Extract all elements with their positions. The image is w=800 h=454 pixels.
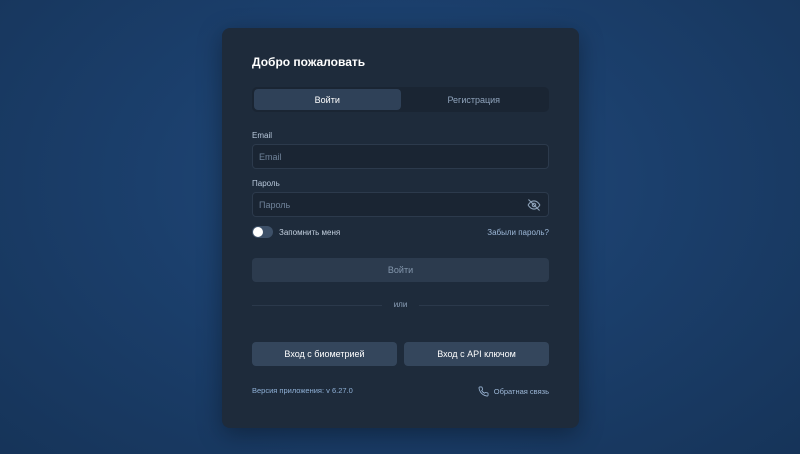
feedback-link[interactable]: Обратная связь xyxy=(478,386,549,397)
forgot-password-link[interactable]: Забыли пароль? xyxy=(487,228,549,237)
tab-register[interactable]: Регистрация xyxy=(401,89,548,110)
page-title: Добро пожаловать xyxy=(252,55,366,69)
remember-toggle[interactable] xyxy=(252,226,273,238)
feedback-label: Обратная связь xyxy=(493,387,549,396)
email-label: Email xyxy=(252,131,273,140)
toggle-knob xyxy=(253,227,263,237)
divider-text: или xyxy=(393,300,408,309)
password-field[interactable]: Пароль xyxy=(252,192,549,217)
password-placeholder: Пароль xyxy=(259,199,291,210)
login-card: Добро пожаловать Войти Регистрация Email… xyxy=(222,28,579,428)
email-field[interactable]: Email xyxy=(252,144,549,169)
eye-off-icon[interactable] xyxy=(527,198,541,212)
divider-line-right xyxy=(419,305,549,306)
biometric-login-button[interactable]: Вход с биометрией xyxy=(252,342,397,366)
app-version: Версия приложения: v 6.27.0 xyxy=(252,386,353,395)
api-key-login-button[interactable]: Вход с API ключом xyxy=(404,342,549,366)
auth-tabs: Войти Регистрация xyxy=(252,87,549,112)
divider: или xyxy=(252,300,549,309)
divider-line-left xyxy=(252,305,382,306)
password-label: Пароль xyxy=(252,179,280,188)
tab-login[interactable]: Войти xyxy=(254,89,401,110)
remember-label: Запомнить меня xyxy=(279,228,341,237)
phone-icon xyxy=(478,386,489,397)
email-placeholder: Email xyxy=(259,151,282,162)
login-button[interactable]: Войти xyxy=(252,258,549,282)
